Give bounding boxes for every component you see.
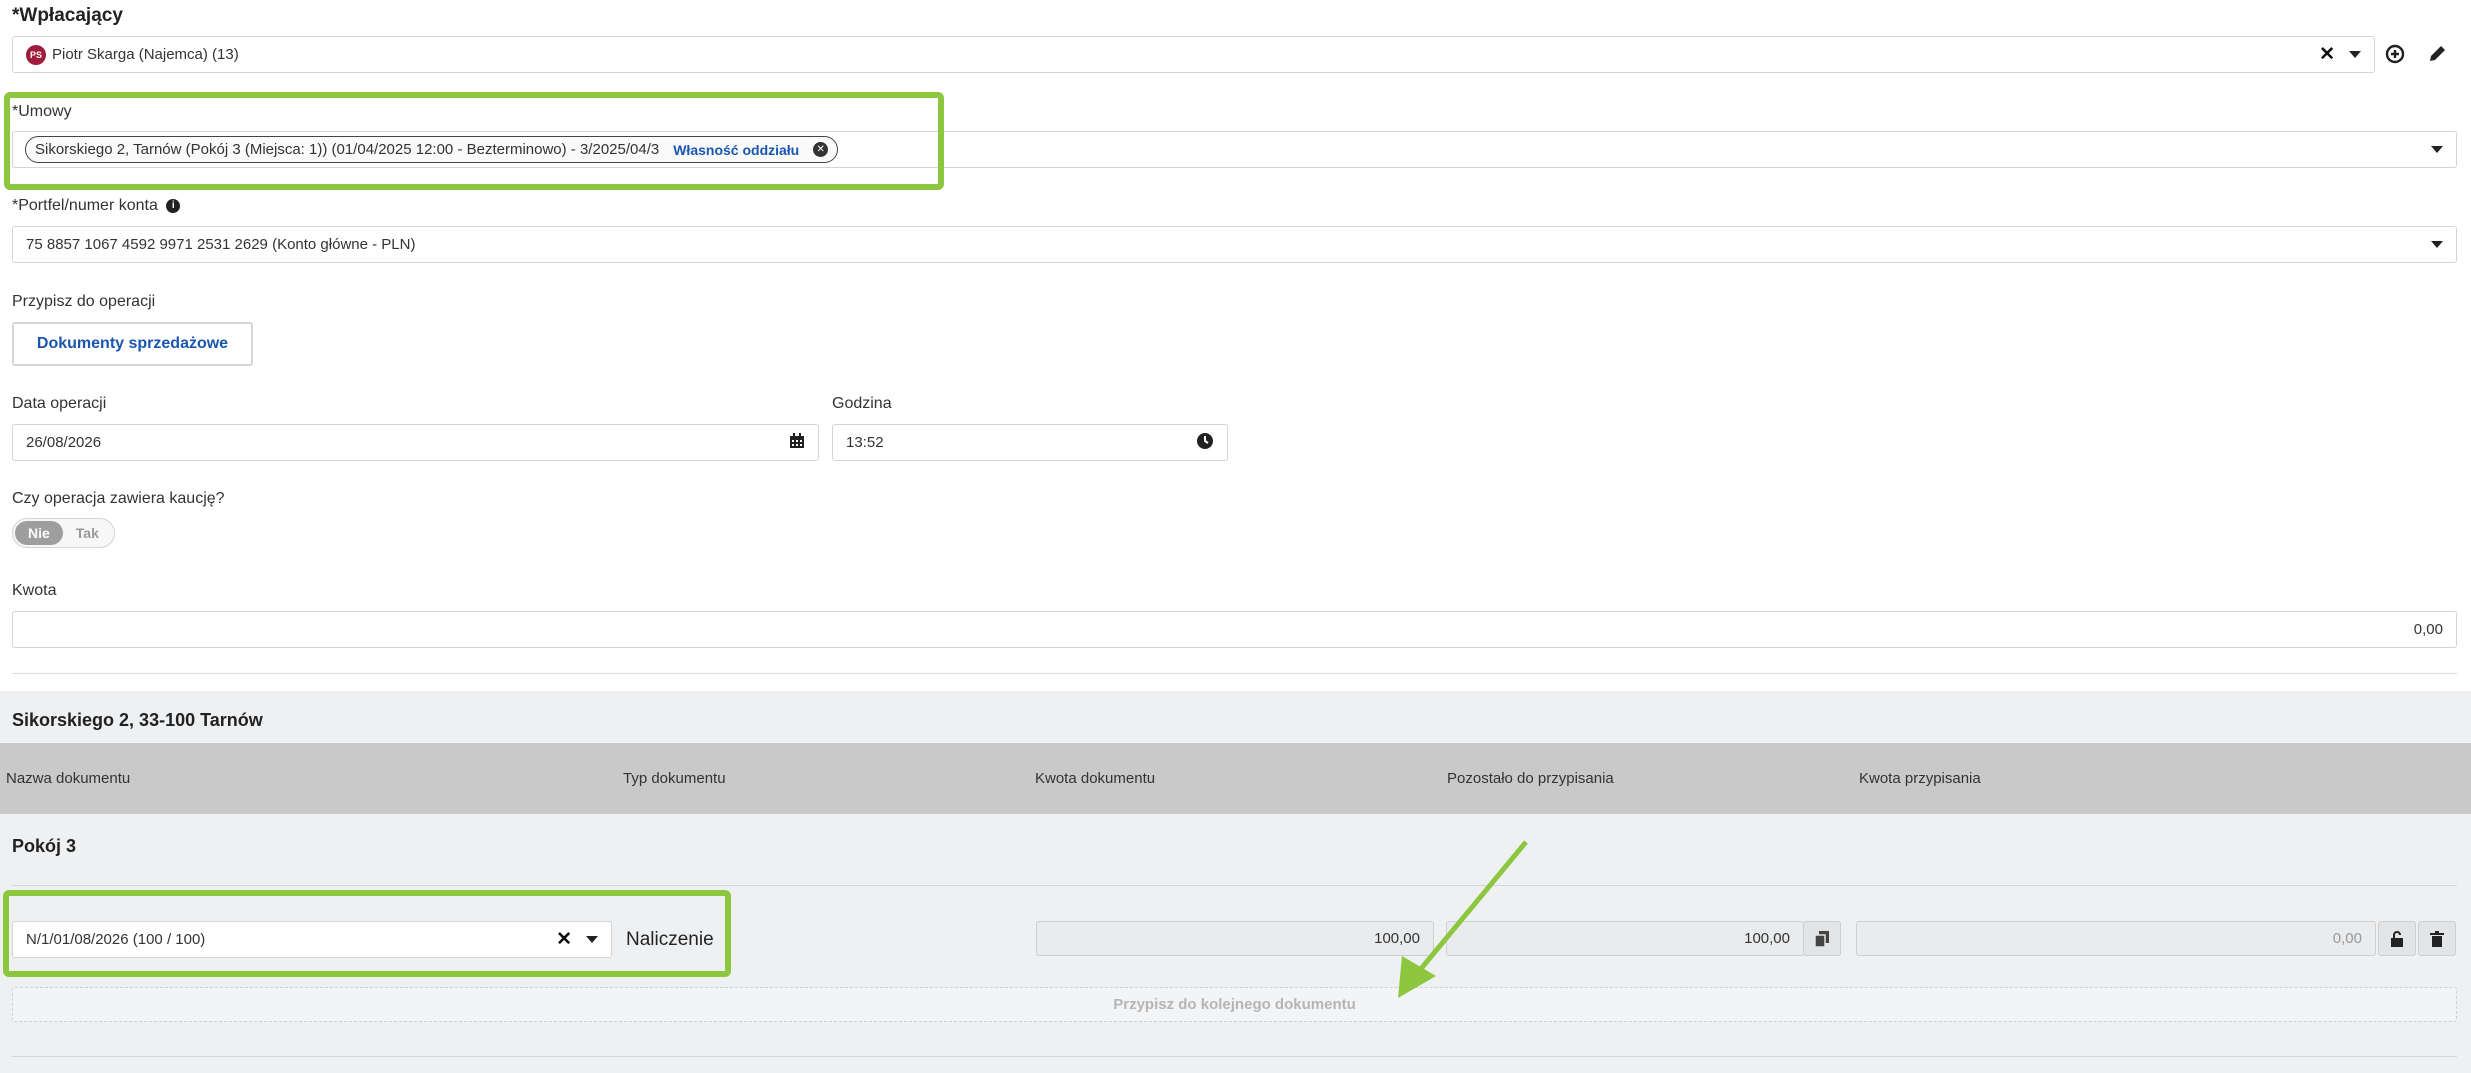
group-title: Pokój 3 xyxy=(12,836,77,856)
chevron-down-icon[interactable] xyxy=(586,936,598,943)
wallet-label: *Portfel/numer konta xyxy=(12,197,158,214)
sales-documents-button[interactable]: Dokumenty sprzedażowe xyxy=(12,322,253,366)
contract-tag-text: Sikorskiego 2, Tarnów (Pokój 3 (Miejsca:… xyxy=(35,141,660,158)
deposit-option-yes[interactable]: Tak xyxy=(63,521,112,545)
arrow-icon xyxy=(1398,840,1528,998)
time-value: 13:52 xyxy=(846,434,884,451)
chevron-down-icon[interactable] xyxy=(2349,51,2361,58)
assigned-amount-value: 0,00 xyxy=(2332,930,2362,947)
deposit-option-no[interactable]: Nie xyxy=(15,521,63,545)
wallet-value: 75 8857 1067 4592 9971 2531 2629 (Konto … xyxy=(26,236,416,253)
calendar-icon[interactable] xyxy=(789,432,805,453)
document-type: Naliczenie xyxy=(626,929,714,950)
payer-select[interactable]: PS Piotr Skarga (Najemca) (13) ✕ xyxy=(12,36,2375,73)
chevron-down-icon[interactable] xyxy=(2431,241,2443,248)
section-title: Sikorskiego 2, 33-100 Tarnów xyxy=(12,710,263,730)
amount-input[interactable]: 0,00 xyxy=(12,611,2457,648)
table-header: Nazwa dokumentu Typ dokumentu Kwota doku… xyxy=(0,743,2471,814)
deposit-label: Czy operacja zawiera kaucję? xyxy=(12,490,225,507)
payer-value: Piotr Skarga (Najemca) (13) xyxy=(52,46,239,63)
divider xyxy=(12,673,2457,674)
document-select[interactable]: N/1/01/08/2026 (100 / 100) ✕ xyxy=(12,921,612,958)
unlock-icon[interactable] xyxy=(2378,921,2416,956)
divider xyxy=(12,1056,2457,1057)
col-document-name: Nazwa dokumentu xyxy=(6,770,131,787)
pencil-icon[interactable] xyxy=(2426,43,2448,65)
contracts-label: *Umowy xyxy=(12,103,72,120)
chevron-down-icon[interactable] xyxy=(2431,146,2443,153)
info-icon: i xyxy=(166,198,181,213)
wallet-label-wrap: *Portfel/numer konta i xyxy=(12,197,181,215)
close-icon[interactable]: ✕ xyxy=(2319,45,2335,64)
time-label: Godzina xyxy=(832,395,892,412)
divider xyxy=(12,885,2457,886)
document-amount-field: 100,00 xyxy=(1036,921,1434,956)
col-document-type: Typ dokumentu xyxy=(623,770,726,787)
remove-tag-icon[interactable]: ✕ xyxy=(813,142,829,157)
date-label: Data operacji xyxy=(12,395,107,412)
col-remaining: Pozostało do przypisania xyxy=(1447,770,1614,787)
payer-label: *Wpłacający xyxy=(12,5,123,26)
deposit-toggle[interactable]: Nie Tak xyxy=(12,518,115,548)
clock-icon[interactable] xyxy=(1196,432,1214,454)
avatar: PS xyxy=(26,44,46,65)
date-value: 26/08/2026 xyxy=(26,434,102,451)
remaining-value: 100,00 xyxy=(1744,930,1790,947)
ownership-badge: Własność oddziału xyxy=(673,141,800,158)
amount-label: Kwota xyxy=(12,582,57,599)
assign-next-document-button[interactable]: Przypisz do kolejnego dokumentu xyxy=(12,987,2457,1022)
plus-circle-icon[interactable] xyxy=(2384,43,2406,65)
wallet-select[interactable]: 75 8857 1067 4592 9971 2531 2629 (Konto … xyxy=(12,226,2457,263)
document-value: N/1/01/08/2026 (100 / 100) xyxy=(26,931,206,948)
contract-tag[interactable]: Sikorskiego 2, Tarnów (Pokój 3 (Miejsca:… xyxy=(25,136,839,163)
col-document-amount: Kwota dokumentu xyxy=(1035,770,1156,787)
time-input[interactable]: 13:52 xyxy=(832,424,1228,461)
contracts-select[interactable]: Sikorskiego 2, Tarnów (Pokój 3 (Miejsca:… xyxy=(12,131,2457,168)
date-input[interactable]: 26/08/2026 xyxy=(12,424,819,461)
copy-icon[interactable] xyxy=(1803,921,1841,956)
close-icon[interactable]: ✕ xyxy=(556,930,572,949)
col-assigned-amount: Kwota przypisania xyxy=(1859,770,1981,787)
assign-label: Przypisz do operacji xyxy=(12,293,156,310)
assigned-amount-input[interactable]: 0,00 xyxy=(1856,921,2376,956)
amount-value: 0,00 xyxy=(2413,621,2443,638)
trash-icon[interactable] xyxy=(2418,921,2456,956)
